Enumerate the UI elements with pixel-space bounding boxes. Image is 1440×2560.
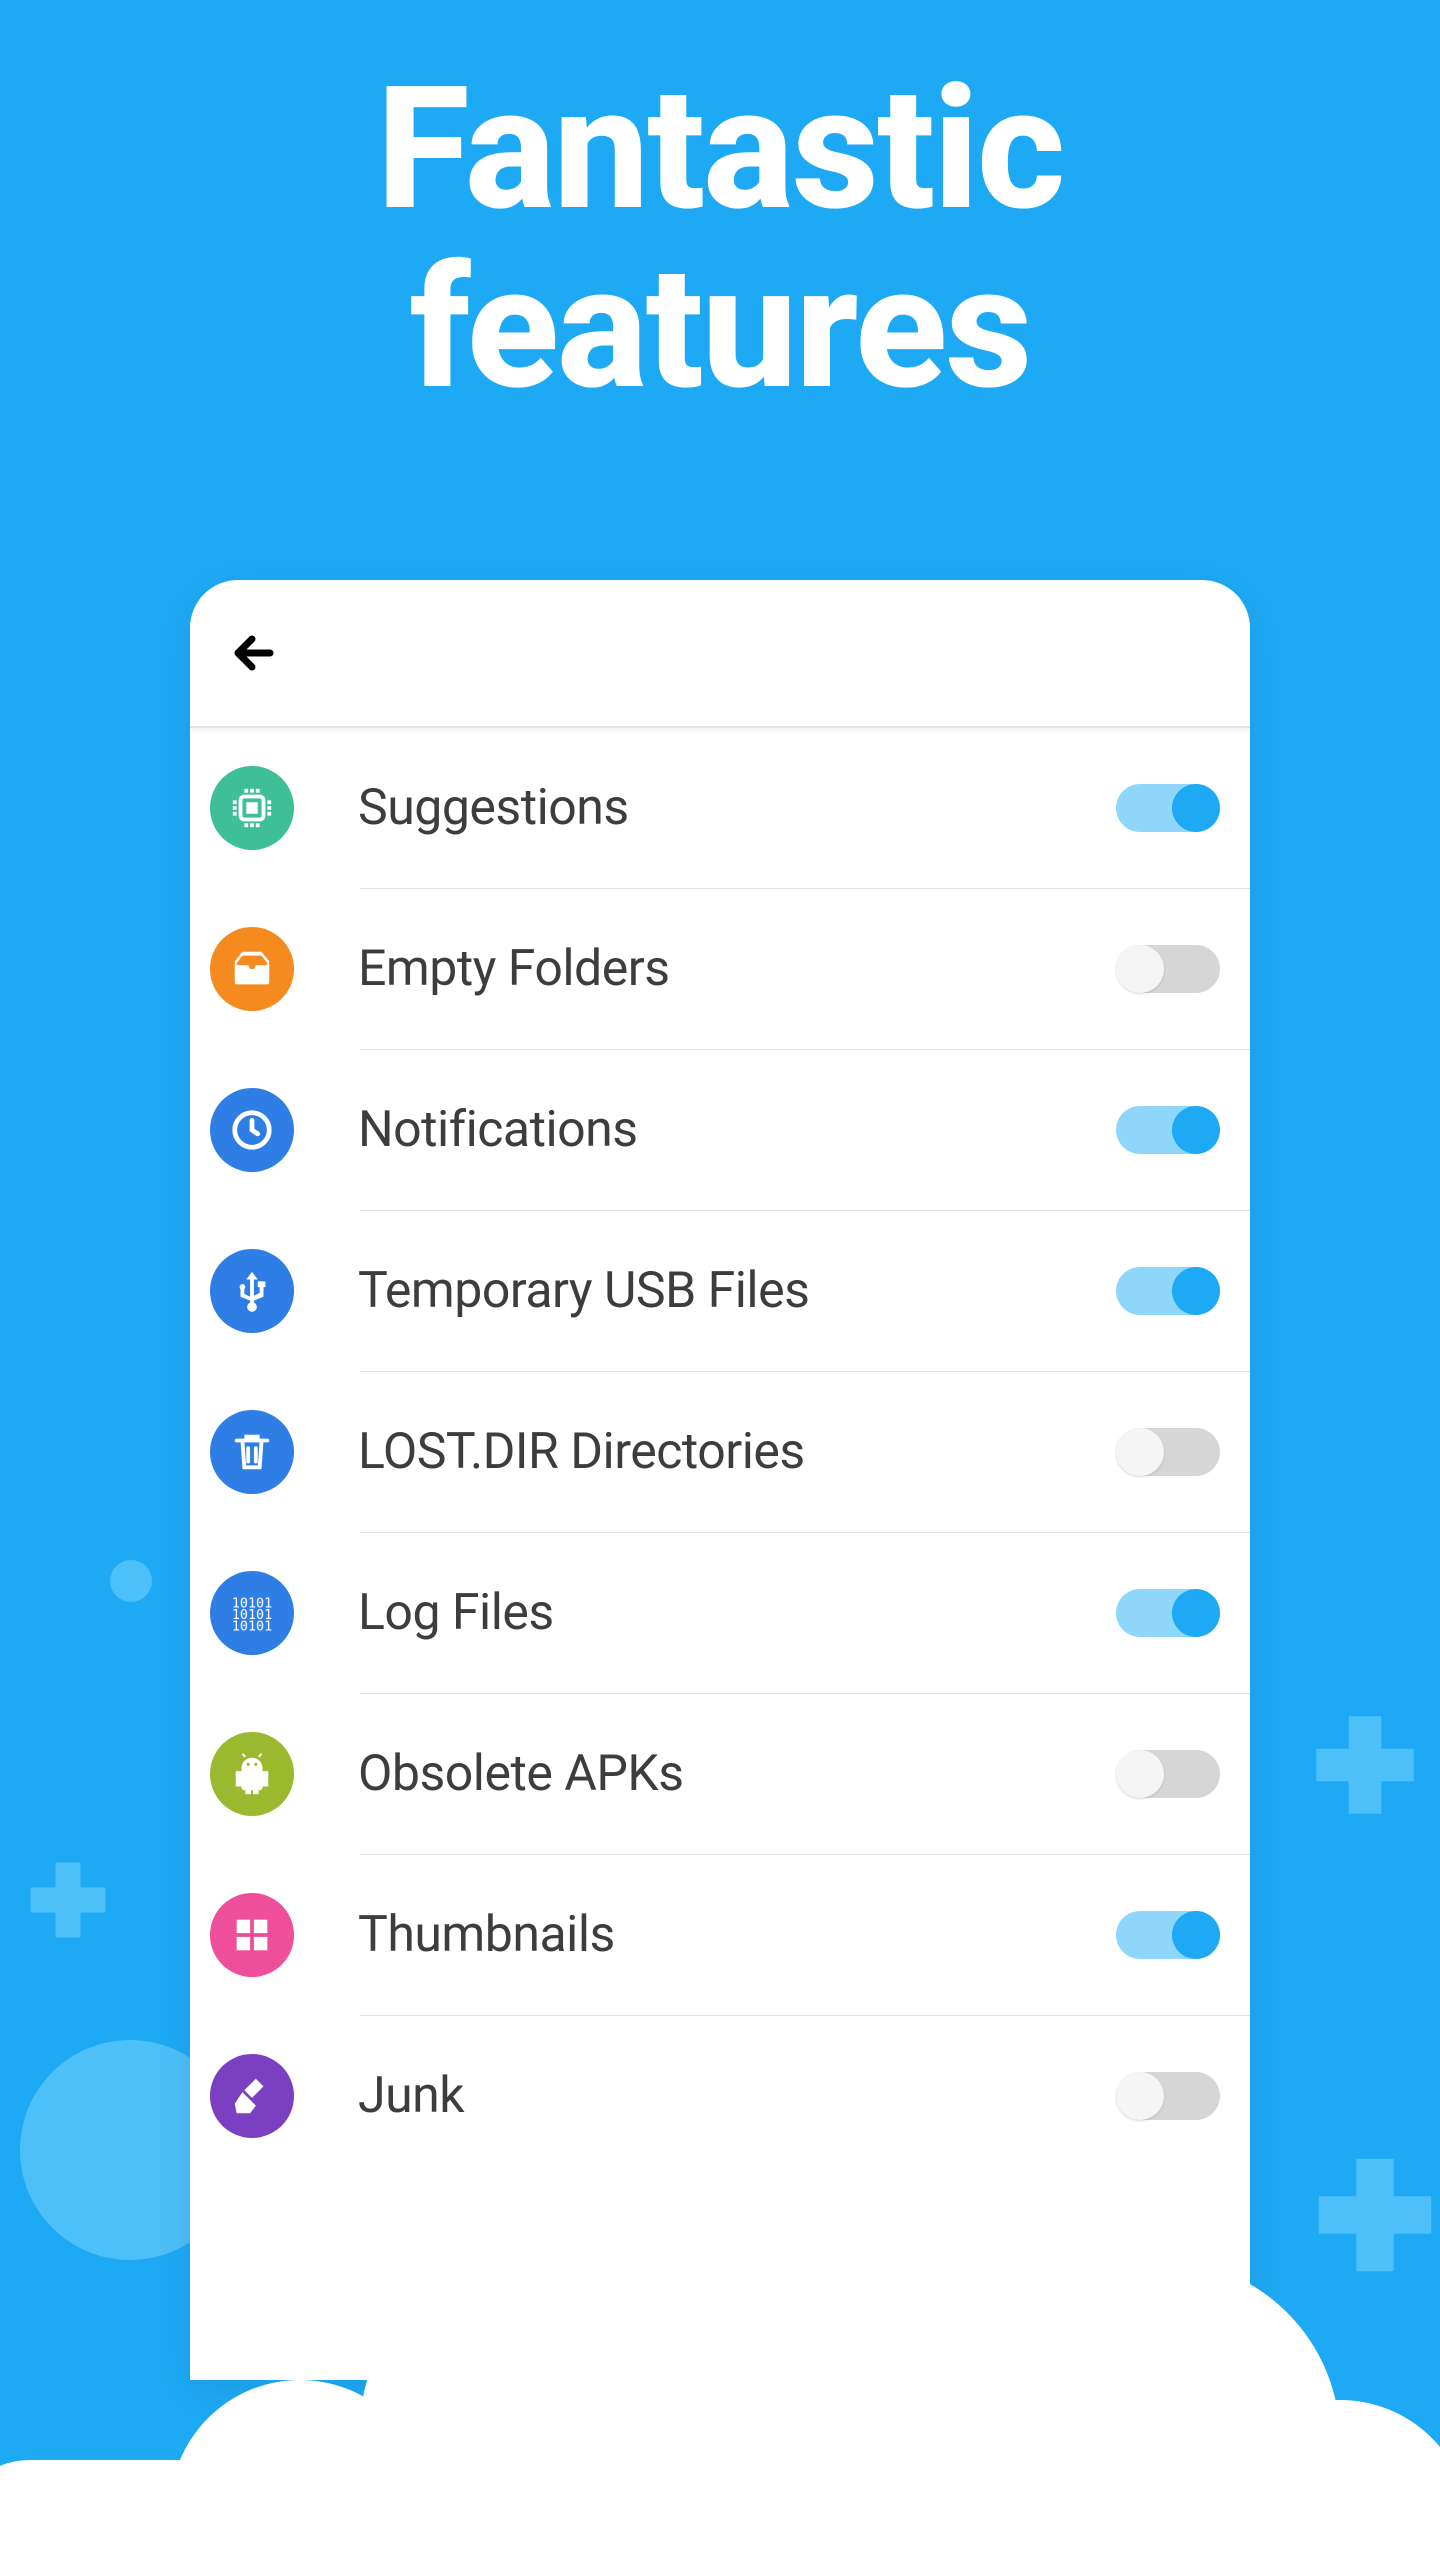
toggle-obsolete-apks[interactable] [1116, 1750, 1220, 1798]
toggle-lost-dir[interactable] [1116, 1428, 1220, 1476]
deco-plus-icon [1300, 1700, 1430, 1830]
setting-row-obsolete-apks[interactable]: Obsolete APKs [190, 1694, 1250, 1854]
arrow-left-icon [230, 629, 278, 677]
setting-label: Log Files [358, 1584, 1116, 1642]
clock-icon [210, 1088, 294, 1172]
setting-row-empty-folders[interactable]: Empty Folders [190, 889, 1250, 1049]
setting-label: Temporary USB Files [358, 1262, 1116, 1320]
back-button[interactable] [224, 623, 284, 683]
toggle-temp-usb[interactable] [1116, 1267, 1220, 1315]
toggle-thumbnails[interactable] [1116, 1911, 1220, 1959]
setting-label: Thumbnails [358, 1906, 1116, 1964]
toggle-empty-folders[interactable] [1116, 945, 1220, 993]
deco-dot [110, 1560, 152, 1602]
setting-row-log-files[interactable]: 101011010110101 Log Files [190, 1533, 1250, 1693]
toggle-suggestions[interactable] [1116, 784, 1220, 832]
svg-text:10101: 10101 [232, 1619, 272, 1634]
setting-label: Junk [358, 2067, 1116, 2125]
setting-row-suggestions[interactable]: Suggestions [190, 728, 1250, 888]
toggle-log-files[interactable] [1116, 1589, 1220, 1637]
setting-label: Suggestions [358, 779, 1116, 837]
setting-row-notifications[interactable]: Notifications [190, 1050, 1250, 1210]
chip-icon [210, 766, 294, 850]
setting-row-lost-dir[interactable]: LOST.DIR Directories [190, 1372, 1250, 1532]
headline-line2: features [0, 239, 1440, 418]
setting-label: Notifications [358, 1101, 1116, 1159]
setting-row-junk[interactable]: Junk [190, 2016, 1250, 2176]
settings-list: Suggestions Empty Folders Notifications [190, 728, 1250, 2176]
headline-line1: Fantastic [0, 60, 1440, 239]
grid-icon [210, 1893, 294, 1977]
setting-label: Obsolete APKs [358, 1745, 1116, 1803]
setting-label: Empty Folders [358, 940, 1116, 998]
deco-plus-icon [18, 1850, 118, 1950]
setting-row-thumbnails[interactable]: Thumbnails [190, 1855, 1250, 2015]
setting-row-temp-usb[interactable]: Temporary USB Files [190, 1211, 1250, 1371]
toggle-junk[interactable] [1116, 2072, 1220, 2120]
toggle-notifications[interactable] [1116, 1106, 1220, 1154]
inbox-icon [210, 927, 294, 1011]
broom-icon [210, 2054, 294, 2138]
android-icon [210, 1732, 294, 1816]
headline: Fantastic features [0, 60, 1440, 417]
app-header [190, 580, 1250, 728]
usb-icon [210, 1249, 294, 1333]
binary-icon: 101011010110101 [210, 1571, 294, 1655]
trash-icon [210, 1410, 294, 1494]
deco-plus-icon [1300, 2140, 1440, 2290]
settings-screen: Suggestions Empty Folders Notifications [190, 580, 1250, 2380]
setting-label: LOST.DIR Directories [358, 1423, 1116, 1481]
promo-stage: Fantastic features Suggestions [0, 0, 1440, 2560]
